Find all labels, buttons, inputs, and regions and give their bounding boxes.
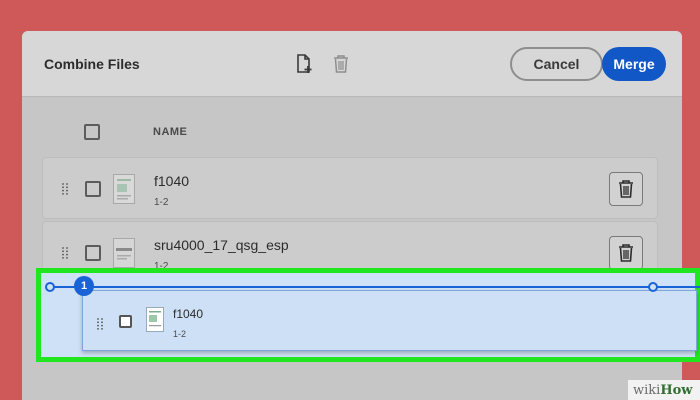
grip-icon[interactable] [97,317,103,330]
file-pages: 1-2 [173,329,187,339]
grip-icon[interactable] [62,246,68,259]
pdf-thumbnail-icon [113,174,135,204]
drop-indicator-line [52,286,700,288]
drag-highlight-box: f1040 1-2 1 [36,268,700,362]
dragged-file-row[interactable]: f1040 1-2 [82,290,697,351]
add-file-icon[interactable] [294,53,314,75]
watermark: wiki How [628,380,700,400]
cancel-button[interactable]: Cancel [510,47,603,81]
drop-indicator-left-handle [45,282,55,292]
dialog-title: Combine Files [44,56,140,72]
file-pages: 1-2 [154,197,169,208]
trash-icon [619,244,633,262]
watermark-part1: wiki [633,382,661,398]
file-checkbox[interactable] [119,315,132,328]
trash-icon[interactable] [332,53,352,75]
pdf-thumbnail-icon [113,238,135,268]
pdf-thumbnail-icon [146,307,164,332]
column-header: NAME [22,97,682,157]
drop-indicator-right-handle [648,282,658,292]
delete-file-button[interactable] [609,172,643,206]
file-row[interactable]: f1040 1-2 [42,157,658,219]
watermark-part2: How [660,382,693,398]
drop-position-badge: 1 [74,276,94,296]
merge-button[interactable]: Merge [602,47,666,81]
file-checkbox[interactable] [85,181,101,197]
file-name: f1040 [173,307,204,321]
delete-file-button[interactable] [609,236,643,270]
column-name-label: NAME [153,126,188,138]
grip-icon[interactable] [62,182,68,195]
file-name: sru4000_17_qsg_esp [154,237,289,253]
file-checkbox[interactable] [85,245,101,261]
file-name: f1040 [154,173,190,189]
select-all-checkbox[interactable] [84,124,100,140]
trash-icon [619,180,633,198]
dialog-header: Combine Files Cancel Merge [22,31,682,97]
